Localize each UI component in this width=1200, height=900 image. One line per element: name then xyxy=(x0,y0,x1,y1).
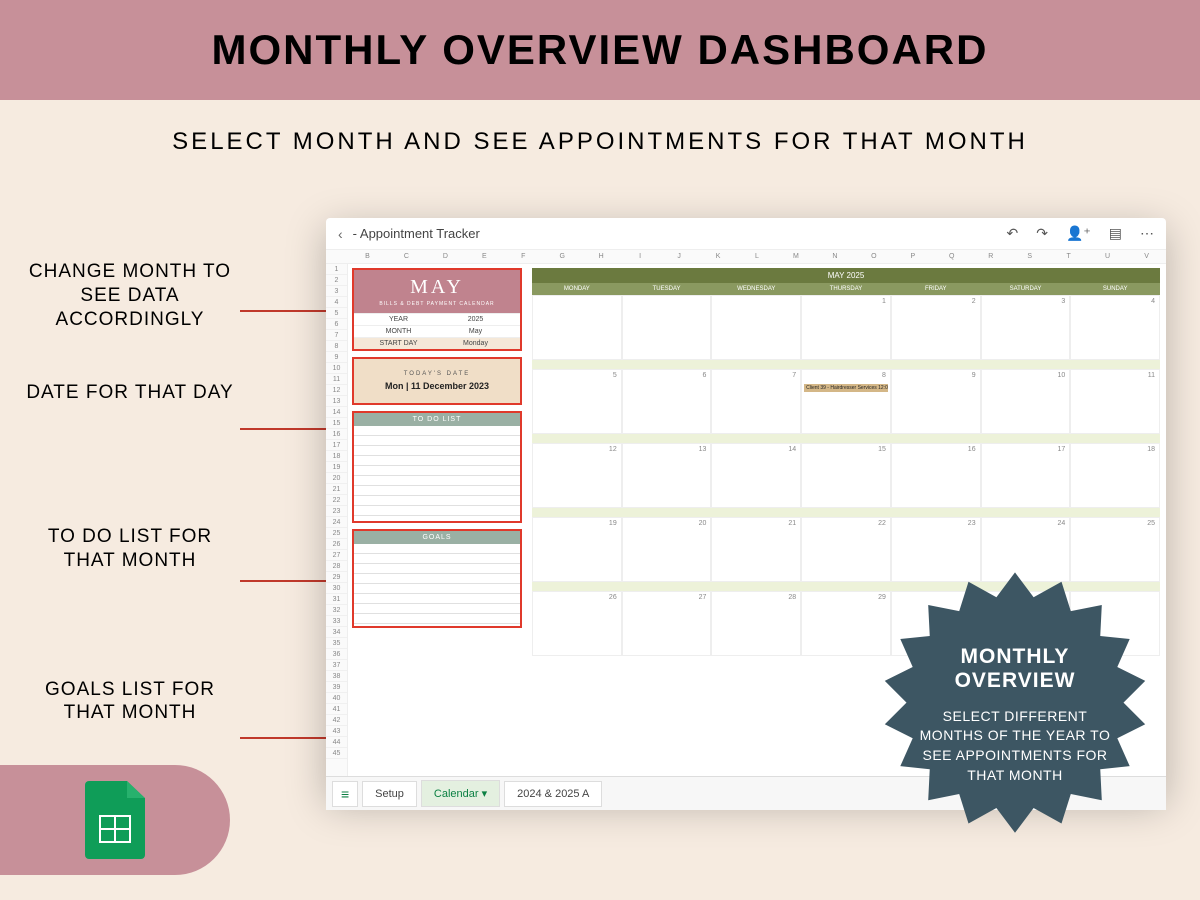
calendar-cell[interactable]: 18 xyxy=(1070,443,1160,508)
starburst-callout: MONTHLY OVERVIEW SELECT DIFFERENT MONTHS… xyxy=(860,560,1170,870)
calendar-cell[interactable]: 20 xyxy=(622,517,712,582)
comment-icon[interactable]: ▤ xyxy=(1109,225,1122,242)
calendar-cell[interactable] xyxy=(532,295,622,360)
row-headers: 1234567891011121314151617181920212223242… xyxy=(326,264,348,776)
calendar-cell[interactable]: 19 xyxy=(532,517,622,582)
calendar-cell[interactable]: 5 xyxy=(532,369,622,434)
month-name: MAY xyxy=(354,276,520,299)
todo-body[interactable] xyxy=(354,426,520,521)
calendar-cell[interactable]: 15 xyxy=(801,443,891,508)
calendar-cell[interactable]: 4 xyxy=(1070,295,1160,360)
calendar-day-headers: MONDAYTUESDAYWEDNESDAYTHURSDAYFRIDAYSATU… xyxy=(532,283,1160,295)
goals-body[interactable] xyxy=(354,544,520,626)
todo-card[interactable]: TO DO LIST xyxy=(352,411,522,523)
calendar-cell[interactable]: 3 xyxy=(981,295,1071,360)
calendar-cell[interactable]: 13 xyxy=(622,443,712,508)
tab-setup[interactable]: Setup xyxy=(362,781,417,807)
starburst-body: SELECT DIFFERENT MONTHS OF THE YEAR TO S… xyxy=(910,707,1120,785)
all-sheets-icon[interactable]: ≡ xyxy=(332,781,358,807)
doc-title: - Appointment Tracker xyxy=(353,226,480,241)
startday-value[interactable]: Monday xyxy=(437,340,514,347)
goals-header: GOALS xyxy=(354,531,520,544)
share-icon[interactable]: 👤⁺ xyxy=(1066,225,1091,242)
column-headers: BCDEFGHIJKLMNOPQRSTUV xyxy=(326,250,1166,264)
month-sub: BILLS & DEBT PAYMENT CALENDAR xyxy=(354,301,520,307)
month-label: MONTH xyxy=(360,328,437,335)
subheading: SELECT MONTH AND SEE APPOINTMENTS FOR TH… xyxy=(0,128,1200,156)
annotation-month: CHANGE MONTH TO SEE DATA ACCORDINGLY xyxy=(0,260,260,331)
annotation-goals: GOALS LIST FOR THAT MONTH xyxy=(0,678,260,726)
back-icon[interactable]: ‹ xyxy=(338,226,343,242)
year-label: YEAR xyxy=(360,316,437,323)
calendar-cell[interactable]: 11 xyxy=(1070,369,1160,434)
calendar-cell[interactable]: 17 xyxy=(981,443,1071,508)
title-banner: MONTHLY OVERVIEW DASHBOARD xyxy=(0,0,1200,100)
calendar-cell[interactable]: 14 xyxy=(711,443,801,508)
calendar-cell[interactable]: 12 xyxy=(532,443,622,508)
calendar-cell[interactable]: 26 xyxy=(532,591,622,656)
calendar-cell[interactable] xyxy=(711,295,801,360)
startday-label: START DAY xyxy=(360,340,437,347)
starburst-title: MONTHLY OVERVIEW xyxy=(910,645,1120,693)
annotation-todo: TO DO LIST FOR THAT MONTH xyxy=(0,525,260,573)
chevron-down-icon: ▾ xyxy=(482,788,488,800)
redo-icon[interactable]: ↷ xyxy=(1036,225,1048,242)
more-icon[interactable]: ⋯ xyxy=(1140,225,1154,242)
month-value[interactable]: May xyxy=(437,328,514,335)
google-sheets-icon xyxy=(85,781,145,859)
calendar-title: MAY 2025 xyxy=(532,268,1160,283)
calendar-cell[interactable]: 8Client 39 - Hairdresser Services 12:00 … xyxy=(801,369,891,434)
calendar-cell[interactable]: 16 xyxy=(891,443,981,508)
calendar-cell[interactable]: 28 xyxy=(711,591,801,656)
calendar-cell[interactable]: 1 xyxy=(801,295,891,360)
today-date-card: TODAY'S DATE Mon | 11 December 2023 xyxy=(352,357,522,405)
tab-years[interactable]: 2024 & 2025 A xyxy=(504,781,602,807)
calendar-cell[interactable]: 21 xyxy=(711,517,801,582)
calendar-cell[interactable]: 2 xyxy=(891,295,981,360)
calendar-cell[interactable]: 27 xyxy=(622,591,712,656)
month-selector-card[interactable]: MAY BILLS & DEBT PAYMENT CALENDAR YEAR20… xyxy=(352,268,522,351)
undo-icon[interactable]: ↶ xyxy=(1006,225,1018,242)
annotation-date: DATE FOR THAT DAY xyxy=(0,381,260,405)
calendar-cell[interactable] xyxy=(622,295,712,360)
todo-header: TO DO LIST xyxy=(354,413,520,426)
page-title: MONTHLY OVERVIEW DASHBOARD xyxy=(212,26,989,74)
calendar-cell[interactable]: 9 xyxy=(891,369,981,434)
calendar-cell[interactable]: 10 xyxy=(981,369,1071,434)
today-value: Mon | 11 December 2023 xyxy=(354,381,520,391)
calendar-cell[interactable]: 6 xyxy=(622,369,712,434)
goals-card[interactable]: GOALS xyxy=(352,529,522,628)
annotation-column: CHANGE MONTH TO SEE DATA ACCORDINGLY DAT… xyxy=(0,260,260,795)
tab-calendar[interactable]: Calendar ▾ xyxy=(421,780,500,807)
today-label: TODAY'S DATE xyxy=(354,371,520,377)
calendar-cell[interactable]: 7 xyxy=(711,369,801,434)
sheets-badge xyxy=(0,765,230,875)
spreadsheet-toolbar: ‹ - Appointment Tracker ↶ ↷ 👤⁺ ▤ ⋯ xyxy=(326,218,1166,250)
calendar-event[interactable]: Client 39 - Hairdresser Services 12:00 p… xyxy=(804,384,888,392)
year-value[interactable]: 2025 xyxy=(437,316,514,323)
